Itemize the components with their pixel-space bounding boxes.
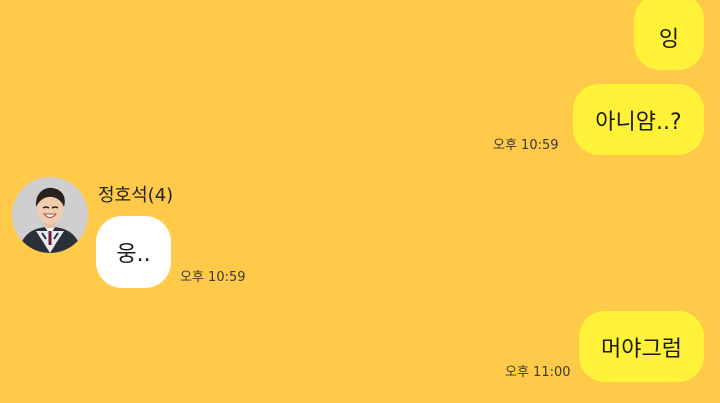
outgoing-message-bubble[interactable]: 잉 xyxy=(634,0,704,70)
message-text: 웅.. xyxy=(116,242,151,267)
avatar[interactable] xyxy=(12,177,88,253)
incoming-message-bubble[interactable]: 웅.. xyxy=(96,216,171,288)
message-text: 아니얌..? xyxy=(595,109,682,135)
sender-name: 정호석(4) xyxy=(98,185,174,206)
profile-photo-icon xyxy=(12,177,88,253)
outgoing-message-bubble[interactable]: 아니얌..? xyxy=(573,84,704,155)
message-timestamp: 오후 10:59 xyxy=(180,270,246,285)
message-text: 잉 xyxy=(658,27,680,52)
message-timestamp: 오후 11:00 xyxy=(505,365,571,380)
message-text: 머야그럼 xyxy=(601,336,682,362)
outgoing-message-bubble[interactable]: 머야그럼 xyxy=(579,311,704,382)
message-timestamp: 오후 10:59 xyxy=(493,138,559,153)
